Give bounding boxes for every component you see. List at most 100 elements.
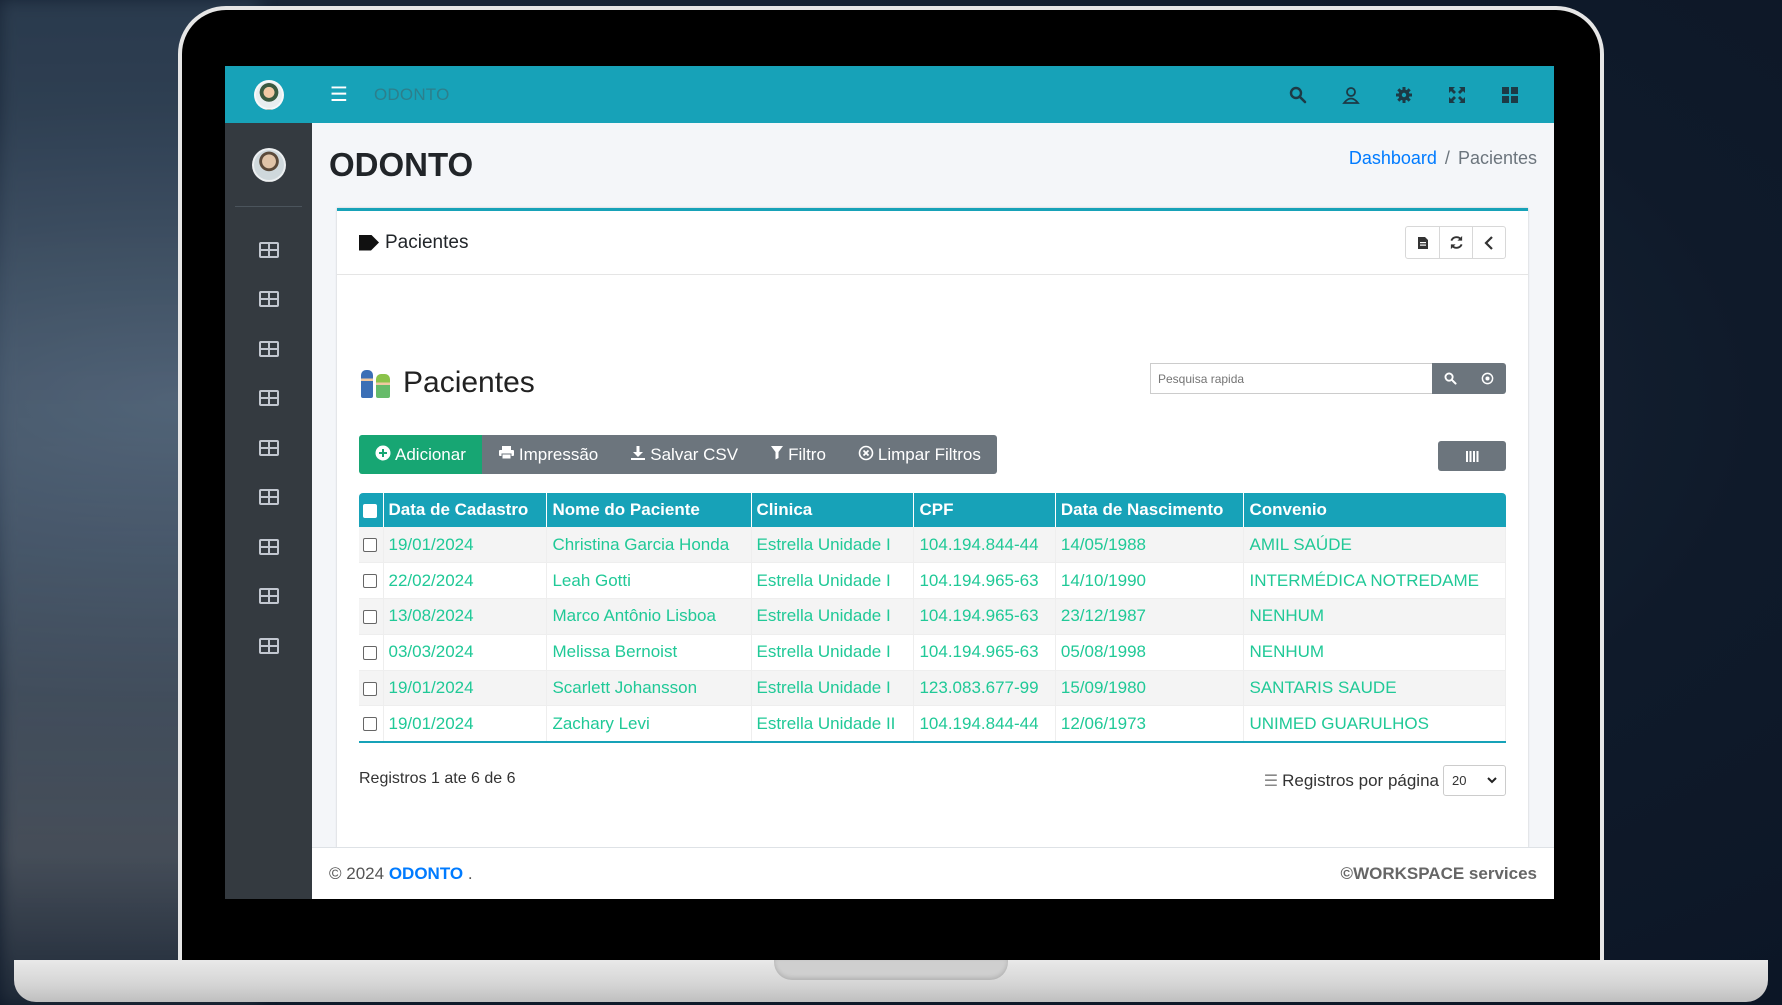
refresh-icon[interactable] [1439,227,1472,258]
table-row[interactable]: 19/01/2024 Zachary Levi Estrella Unidade… [359,705,1506,743]
cell-cpf: 104.194.965-63 [913,598,1056,635]
cell-insurance: SANTARIS SAUDE [1243,670,1506,707]
footer-suffix: . [467,863,473,883]
sidebar-item-9[interactable] [225,621,312,671]
table-row[interactable]: 03/03/2024 Melissa Bernoist Estrella Uni… [359,634,1506,671]
column-header-cpf[interactable]: CPF [913,493,1056,527]
tag-icon [359,234,379,251]
gear-icon[interactable] [1377,66,1430,123]
clear-filters-button[interactable]: Limpar Filtros [841,435,997,474]
cell-insurance: INTERMÉDICA NOTREDAME [1243,562,1506,600]
sidebar-brand[interactable] [225,66,312,123]
column-header-clinic[interactable]: Clinica [751,493,915,527]
sidebar-user-panel[interactable] [235,123,302,207]
table-icon [258,588,279,605]
cell-registration-date: 19/01/2024 [383,527,548,564]
row-checkbox[interactable] [363,538,377,553]
clear-search-icon[interactable] [1469,363,1506,394]
row-checkbox[interactable] [363,681,377,696]
navbar-icons [1271,66,1536,123]
section-heading: Pacientes [359,366,535,400]
top-navbar: ☰ ODONTO [312,66,1554,123]
user-icon[interactable] [1324,66,1377,123]
patients-table: Data de Cadastro Nome do Paciente Clinic… [359,493,1506,743]
table-row[interactable]: 13/08/2024 Marco Antônio Lisboa Estrella… [359,598,1506,635]
document-icon[interactable] [1406,227,1439,258]
cell-birth-date: 05/08/1998 [1055,634,1245,671]
cell-cpf: 123.083.677-99 [913,670,1056,707]
search-input[interactable] [1150,363,1432,394]
row-checkbox[interactable] [363,717,377,732]
cell-cpf: 104.194.844-44 [913,527,1056,564]
apps-icon[interactable] [1483,66,1536,123]
cell-patient-name: Scarlett Johansson [546,670,752,707]
menu-toggle-icon[interactable]: ☰ [330,82,360,107]
row-checkbox-cell [359,670,384,707]
column-header-patient-name[interactable]: Nome do Paciente [546,493,752,527]
sidebar-item-3[interactable] [225,324,312,374]
breadcrumb-dashboard-link[interactable]: Dashboard [1349,148,1437,168]
sidebar-item-7[interactable] [225,522,312,572]
row-checkbox[interactable] [363,645,377,660]
row-checkbox-cell [359,527,384,564]
cell-insurance: NENHUM [1243,634,1506,671]
cell-patient-name: Melissa Bernoist [546,634,752,671]
printer-icon [498,445,515,464]
columns-icon [1466,450,1479,462]
search-icon[interactable] [1432,363,1469,394]
cell-clinic: Estrella Unidade I [751,634,915,671]
columns-toggle-button[interactable] [1438,441,1506,471]
card-header: Pacientes [337,211,1528,275]
footer-brand-link[interactable]: ODONTO [389,864,463,884]
cell-registration-date: 19/01/2024 [383,670,548,707]
row-checkbox[interactable] [363,574,377,589]
table-icon [258,291,279,308]
print-button-label: Impressão [518,444,599,464]
row-checkbox-cell [359,634,384,671]
times-circle-icon [858,445,874,465]
print-button[interactable]: Impressão [481,435,615,474]
sidebar-item-1[interactable] [225,225,312,275]
search-icon[interactable] [1271,66,1324,123]
action-toolbar: Adicionar Impressão Salvar CSV Filtro Li… [359,435,997,474]
breadcrumb-separator: / [1444,148,1450,168]
navbar-title[interactable]: ODONTO [374,85,450,105]
sidebar-item-4[interactable] [225,374,312,424]
table-icon [258,538,279,555]
table-row[interactable]: 22/02/2024 Leah Gotti Estrella Unidade I… [359,562,1506,600]
per-page-select[interactable]: 20 [1443,765,1506,796]
row-checkbox[interactable] [363,610,377,624]
sidebar-item-5[interactable] [225,423,312,473]
cell-clinic: Estrella Unidade I [751,670,915,707]
card-header-title: Pacientes [385,231,469,253]
column-header-registration-date[interactable]: Data de Cadastro [383,493,548,527]
table-icon [258,390,279,407]
plus-circle-icon [375,445,391,465]
table-row[interactable]: 19/01/2024 Scarlett Johansson Estrella U… [359,670,1506,707]
expand-icon[interactable] [1430,66,1483,123]
save-csv-button[interactable]: Salvar CSV [614,435,755,474]
cell-registration-date: 19/01/2024 [383,705,548,743]
sidebar-item-6[interactable] [225,473,312,523]
select-all-checkbox[interactable] [363,503,377,518]
sidebar-item-8[interactable] [225,572,312,622]
cell-registration-date: 03/03/2024 [383,634,548,671]
cell-birth-date: 23/12/1987 [1055,598,1245,635]
collapse-chevron-icon[interactable] [1472,227,1505,258]
footer-copyright: © 2024 [329,863,385,883]
row-checkbox-cell [359,598,384,635]
save-csv-button-label: Salvar CSV [650,444,739,464]
column-header-birth-date[interactable]: Data de Nascimento [1055,493,1245,527]
cell-patient-name: Marco Antônio Lisboa [546,598,752,635]
add-button-label: Adicionar [395,444,466,464]
filter-button-label: Filtro [788,444,826,464]
quick-search [1150,363,1506,394]
add-button[interactable]: Adicionar [359,435,482,474]
filter-button[interactable]: Filtro [754,435,842,474]
column-header-insurance[interactable]: Convenio [1243,493,1506,527]
cell-patient-name: Leah Gotti [546,562,752,600]
filter-icon [770,445,784,464]
cell-birth-date: 14/10/1990 [1055,562,1245,600]
table-row[interactable]: 19/01/2024 Christina Garcia Honda Estrel… [359,527,1506,564]
sidebar-item-2[interactable] [225,275,312,325]
